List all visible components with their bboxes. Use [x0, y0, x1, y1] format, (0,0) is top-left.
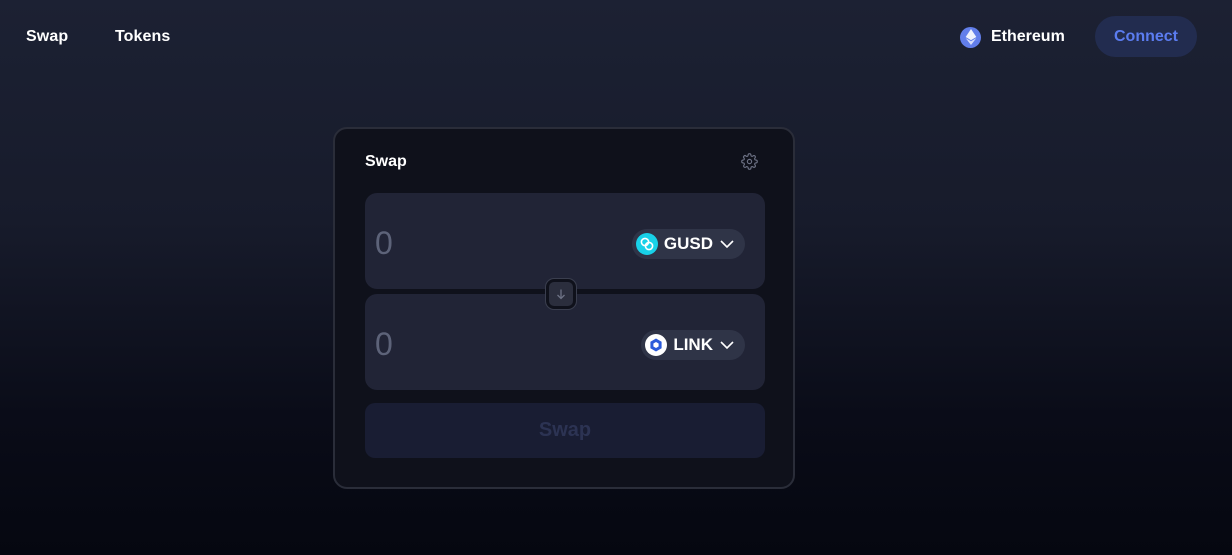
swap-card-title: Swap	[365, 153, 407, 170]
chevron-down-icon	[719, 337, 735, 353]
input-amount-field[interactable]	[375, 223, 595, 263]
network-selector[interactable]: Ethereum	[960, 26, 1065, 48]
ethereum-icon	[960, 26, 981, 48]
input-token-symbol: GUSD	[663, 234, 713, 253]
gear-icon[interactable]	[739, 151, 759, 171]
swap-submit-button[interactable]: Swap	[365, 403, 765, 458]
output-amount-field[interactable]	[375, 324, 595, 364]
nav-swap-link[interactable]: Swap	[26, 28, 68, 46]
nav-tokens-link[interactable]: Tokens	[115, 28, 170, 46]
input-token-panel: GUSD	[365, 193, 765, 289]
output-token-selector[interactable]: LINK	[641, 330, 745, 360]
network-name: Ethereum	[991, 28, 1065, 45]
top-navigation: Swap Tokens Ethereum Connect	[0, 0, 1232, 76]
gusd-icon	[635, 233, 658, 255]
chevron-down-icon	[719, 236, 735, 252]
arrow-down-icon	[555, 288, 567, 300]
output-token-symbol: LINK	[673, 335, 713, 354]
connect-wallet-button[interactable]: Connect	[1095, 16, 1197, 57]
swap-card: Swap GUSD	[333, 127, 795, 489]
switch-tokens-button[interactable]	[545, 278, 577, 310]
chainlink-icon	[645, 334, 668, 356]
input-token-selector[interactable]: GUSD	[631, 229, 745, 259]
